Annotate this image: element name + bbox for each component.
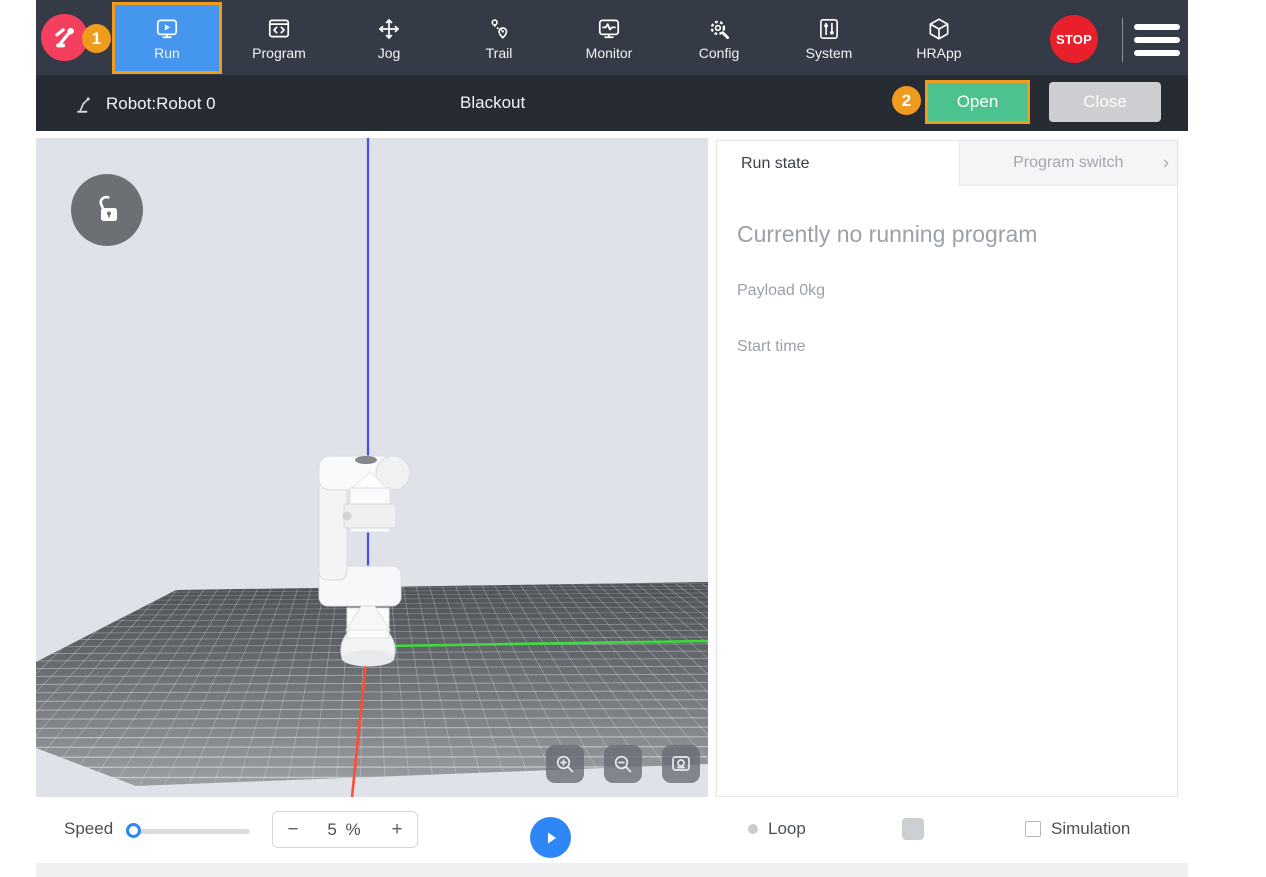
payload-label: Payload 0kg bbox=[737, 282, 1157, 300]
config-icon bbox=[705, 16, 733, 42]
open-button[interactable]: Open bbox=[925, 80, 1030, 124]
start-time-label: Start time bbox=[737, 338, 1157, 356]
view-lock-button[interactable] bbox=[71, 174, 143, 246]
top-nav-bar: 1 Run Program Jog bbox=[36, 0, 1188, 75]
tab-jog[interactable]: Jog bbox=[347, 0, 431, 75]
unlock-icon bbox=[88, 191, 126, 229]
zoom-out-button[interactable] bbox=[604, 745, 642, 783]
run-icon bbox=[153, 16, 181, 42]
panel-body: Currently no running program Payload 0kg… bbox=[737, 221, 1157, 394]
loop-label: Loop bbox=[768, 819, 806, 839]
tab-program-switch-label: Program switch bbox=[1013, 154, 1123, 172]
zoom-out-icon bbox=[611, 752, 635, 776]
annotation-step-2-badge: 2 bbox=[892, 86, 921, 115]
bottom-section-edge bbox=[36, 863, 1188, 877]
tab-monitor-label: Monitor bbox=[586, 46, 633, 60]
simulation-control: Simulation bbox=[1025, 819, 1130, 839]
speed-slider[interactable] bbox=[128, 829, 250, 834]
tab-jog-label: Jog bbox=[378, 46, 401, 60]
tab-system[interactable]: System bbox=[787, 0, 871, 75]
annotation-step-1-badge: 1 bbox=[82, 24, 111, 53]
run-state-panel: Run state Program switch › Currently no … bbox=[716, 140, 1178, 797]
speed-increase-button[interactable]: + bbox=[377, 819, 417, 841]
robot-label: Robot:Robot 0 bbox=[106, 94, 216, 114]
tab-program-label: Program bbox=[252, 46, 306, 60]
hamburger-menu-icon[interactable] bbox=[1134, 24, 1180, 56]
robot-selector[interactable]: Robot:Robot 0 bbox=[74, 93, 216, 115]
speed-value: 5 % bbox=[313, 820, 377, 840]
zoom-in-button[interactable] bbox=[546, 745, 584, 783]
robot-logo-icon bbox=[50, 23, 80, 53]
play-icon bbox=[542, 829, 560, 847]
app-window: 1 Run Program Jog bbox=[0, 0, 1266, 877]
tab-system-label: System bbox=[806, 46, 853, 60]
tab-trail-label: Trail bbox=[486, 46, 513, 60]
app-logo[interactable] bbox=[41, 14, 88, 61]
tab-run-state[interactable]: Run state bbox=[717, 141, 960, 186]
speed-label: Speed bbox=[64, 819, 113, 839]
reset-view-button[interactable] bbox=[662, 745, 700, 783]
trail-icon bbox=[485, 16, 513, 42]
robot-3d-viewport[interactable] bbox=[36, 138, 708, 797]
tab-hrapp-label: HRApp bbox=[916, 46, 961, 60]
no-program-message: Currently no running program bbox=[737, 221, 1157, 248]
tab-run-state-label: Run state bbox=[741, 155, 809, 173]
zoom-in-icon bbox=[553, 752, 577, 776]
speed-slider-handle[interactable] bbox=[126, 823, 141, 838]
speed-decrease-button[interactable]: − bbox=[273, 819, 313, 841]
tab-config[interactable]: Config bbox=[677, 0, 761, 75]
loop-toggle-button[interactable] bbox=[902, 818, 924, 840]
hrapp-icon bbox=[925, 16, 953, 42]
nav-divider bbox=[1122, 18, 1123, 62]
blackout-label: Blackout bbox=[460, 93, 525, 113]
simulation-label: Simulation bbox=[1051, 819, 1130, 839]
emergency-stop-button[interactable]: STOP bbox=[1050, 15, 1098, 63]
simulation-checkbox[interactable] bbox=[1025, 821, 1041, 837]
loop-indicator-dot bbox=[748, 824, 758, 834]
tab-trail[interactable]: Trail bbox=[457, 0, 541, 75]
loop-control[interactable]: Loop bbox=[748, 819, 806, 839]
playback-controls-bar: Speed − 5 % + Loop Simulation bbox=[36, 797, 1188, 863]
system-icon bbox=[815, 16, 843, 42]
chevron-right-icon[interactable]: › bbox=[1163, 153, 1169, 174]
status-bar: Robot:Robot 0 Blackout 2 Open Close bbox=[36, 75, 1188, 131]
reset-view-icon bbox=[669, 752, 693, 776]
tab-hrapp[interactable]: HRApp bbox=[897, 0, 981, 75]
tab-program-switch[interactable]: Program switch › bbox=[960, 141, 1178, 186]
viewport-toolbar bbox=[546, 745, 700, 783]
play-button[interactable] bbox=[530, 817, 571, 858]
close-button[interactable]: Close bbox=[1049, 82, 1161, 122]
program-icon bbox=[265, 16, 293, 42]
speed-stepper: − 5 % + bbox=[272, 811, 418, 848]
panel-tabs: Run state Program switch › bbox=[717, 141, 1177, 186]
jog-icon bbox=[375, 16, 403, 42]
tab-monitor[interactable]: Monitor bbox=[567, 0, 651, 75]
robot-3d-scene bbox=[36, 138, 708, 797]
tab-config-label: Config bbox=[699, 46, 739, 60]
robot-arm-icon bbox=[74, 93, 96, 115]
monitor-icon bbox=[595, 16, 623, 42]
tab-run[interactable]: Run bbox=[112, 2, 222, 74]
tab-program[interactable]: Program bbox=[237, 0, 321, 75]
tab-run-label: Run bbox=[154, 46, 180, 60]
